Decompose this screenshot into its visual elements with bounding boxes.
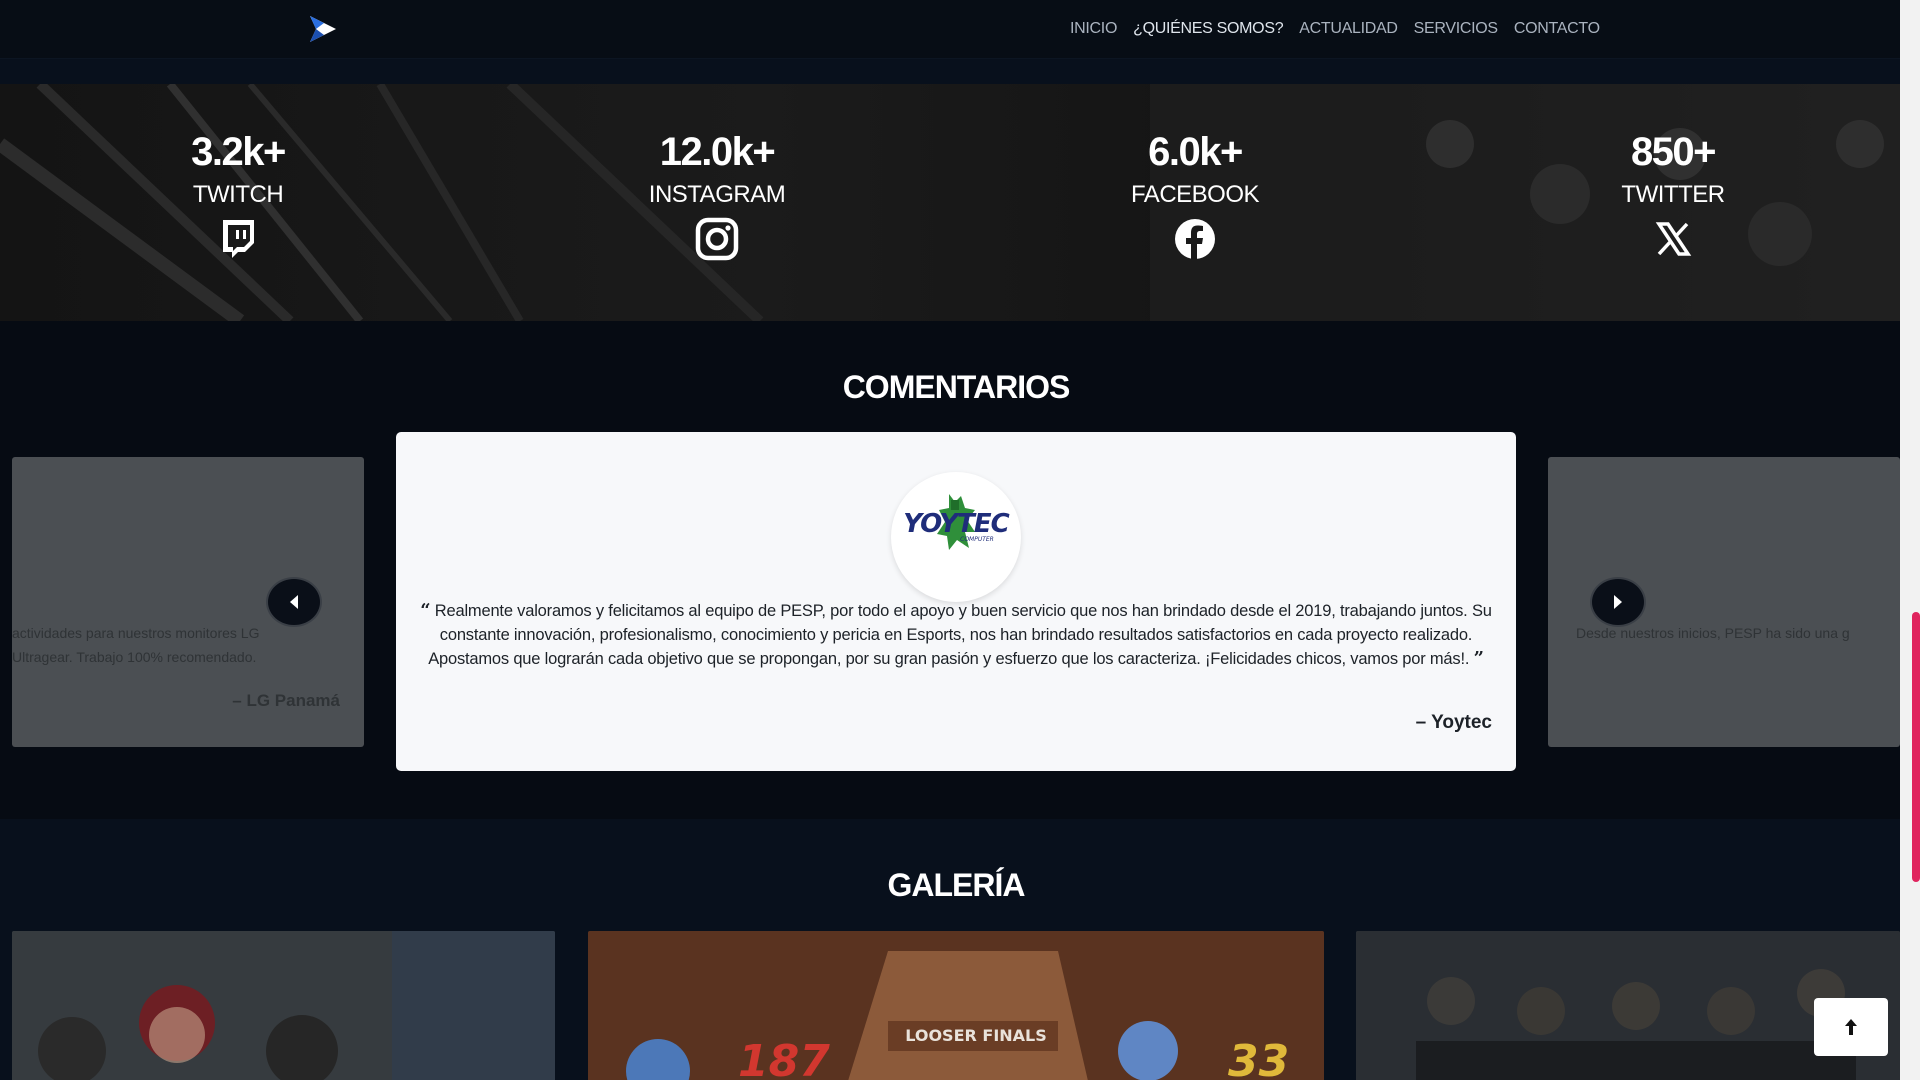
- arrow-up-icon: [1845, 1019, 1857, 1035]
- nav-links: INICIO ¿QUIÉNES SOMOS? ACTUALIDAD SERVIC…: [1070, 0, 1600, 57]
- social-stats-section: 3.2k+ TWITCH 12.0k+ INSTAGRAM 6.0k+ FACE…: [0, 84, 1912, 321]
- x-icon[interactable]: [1651, 217, 1695, 261]
- nav-spacer: [0, 59, 1900, 84]
- navbar: INICIO ¿QUIÉNES SOMOS? ACTUALIDAD SERVIC…: [0, 0, 1900, 59]
- nav-link-contacto[interactable]: CONTACTO: [1514, 20, 1600, 38]
- testimonial-card-active: YOYTEC COMPUTER “ Realmente valoramos y …: [396, 432, 1516, 771]
- stat-value: 850+: [1630, 130, 1717, 174]
- yoytec-logo-icon: YOYTEC COMPUTER: [903, 494, 1011, 550]
- comments-section: COMENTARIOS actividades para nuestros mo…: [0, 321, 1912, 819]
- score-right: 33: [1228, 1036, 1289, 1080]
- yoytec-logo-subtext: COMPUTER: [960, 536, 994, 543]
- stat-value: 12.0k+: [659, 130, 776, 174]
- gallery-image-art: LOOSER FINALS 187 33: [588, 931, 1324, 1080]
- stat-label: TWITTER: [1621, 181, 1725, 208]
- testimonial-quote-text: Realmente valoramos y felicitamos al equ…: [428, 602, 1492, 668]
- chevron-left-icon: [290, 595, 298, 609]
- nav-link-quienes-somos[interactable]: ¿QUIÉNES SOMOS?: [1133, 20, 1284, 38]
- nav-link-actualidad[interactable]: ACTUALIDAD: [1299, 20, 1398, 38]
- comments-title: COMENTARIOS: [842, 369, 1071, 405]
- scroll-to-top-button[interactable]: [1814, 998, 1888, 1056]
- stat-label: FACEBOOK: [1130, 181, 1260, 208]
- gallery-image[interactable]: [12, 931, 555, 1080]
- stat-twitter: 850+ TWITTER: [1543, 84, 1803, 261]
- instagram-icon[interactable]: [695, 217, 739, 261]
- stat-instagram: 12.0k+ INSTAGRAM: [587, 84, 847, 261]
- gallery-title: GALERÍA: [887, 867, 1026, 903]
- carousel-prev-button[interactable]: [266, 577, 322, 627]
- testimonial-text-line: Ultragear. Trabajo 100% recomendado.: [12, 649, 257, 665]
- page-scrollbar[interactable]: [1900, 0, 1920, 1080]
- stat-value: 3.2k+: [191, 130, 286, 174]
- yoytec-logo-text: YOYTEC: [903, 509, 1009, 539]
- chevron-right-icon: [1614, 595, 1622, 609]
- nav-link-inicio[interactable]: INICIO: [1070, 20, 1117, 38]
- stat-label: INSTAGRAM: [648, 181, 786, 208]
- testimonial-quote: “ Realmente valoramos y felicitamos al e…: [418, 599, 1494, 671]
- gallery-section: GALERÍA LOOSER FINALS 187 33: [0, 819, 1912, 1080]
- facebook-icon[interactable]: [1173, 217, 1217, 261]
- stat-twitch: 3.2k+ TWITCH: [108, 84, 368, 261]
- nav-link-servicios[interactable]: SERVICIOS: [1414, 20, 1498, 38]
- testimonial-author: – LG Panamá: [232, 691, 340, 710]
- score-left: 187: [738, 1036, 830, 1080]
- yoytec-logo-avatar: YOYTEC COMPUTER: [891, 472, 1021, 602]
- testimonial-author: – Yoytec: [1415, 712, 1492, 733]
- quote-open-icon: “: [420, 600, 431, 621]
- stat-label: TWITCH: [192, 181, 284, 208]
- carousel-next-button[interactable]: [1590, 577, 1646, 627]
- testimonial-text-line: actividades para nuestros monitores LG: [12, 625, 260, 641]
- stat-value: 6.0k+: [1148, 130, 1243, 174]
- pesp-logo-icon[interactable]: [306, 12, 340, 46]
- gallery-image[interactable]: LOOSER FINALS 187 33: [588, 931, 1324, 1080]
- quote-close-icon: ”: [1473, 648, 1484, 669]
- looser-finals-banner: LOOSER FINALS: [905, 1026, 1047, 1045]
- stat-facebook: 6.0k+ FACEBOOK: [1065, 84, 1325, 261]
- page-scrollbar-thumb[interactable]: [1912, 612, 1920, 882]
- gallery-image-art: [12, 931, 555, 1080]
- twitch-icon[interactable]: [216, 217, 260, 261]
